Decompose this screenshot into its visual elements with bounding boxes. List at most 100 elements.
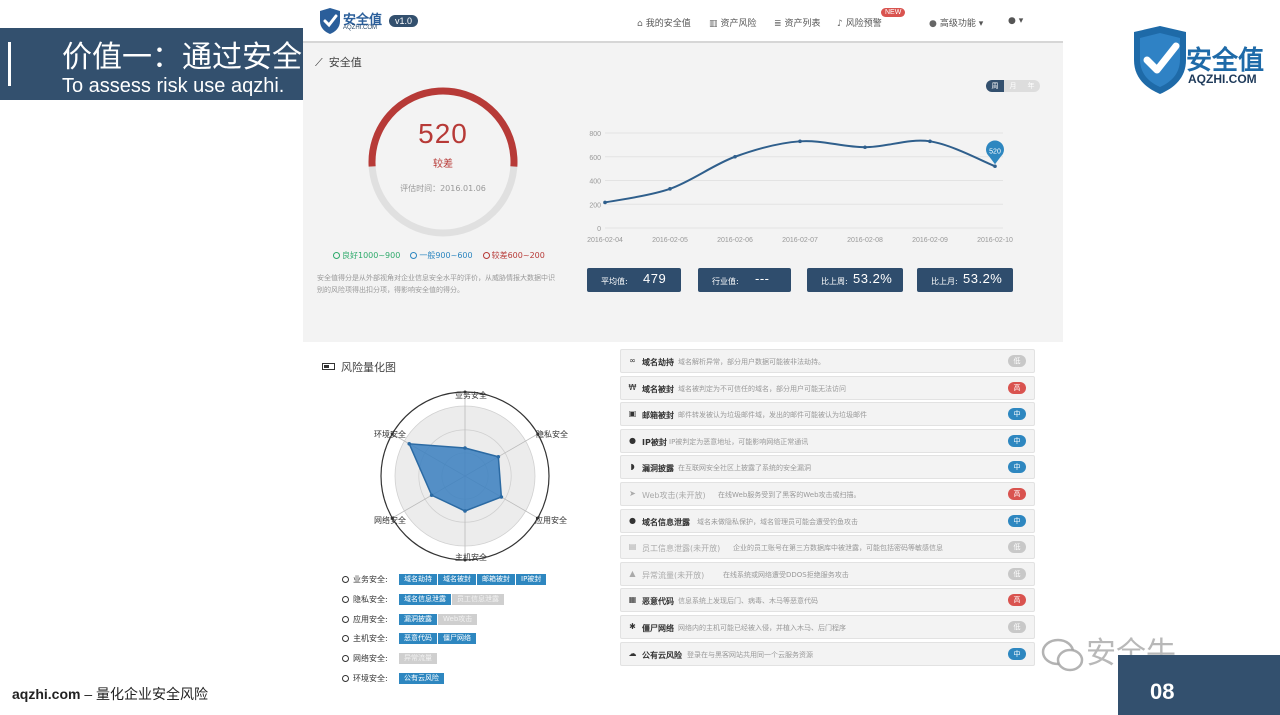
category-tag[interactable]: 僵尸网络 bbox=[438, 632, 476, 644]
send-icon: ➤ bbox=[629, 488, 636, 498]
user-menu[interactable]: ● ▾ bbox=[1008, 16, 1023, 26]
section-title-label: 安全值 bbox=[328, 56, 362, 69]
risk-item[interactable]: ▤ 员工信息泄露(未开放) 企业的员工账号在第三方数据库中被泄露，可能包括密码等… bbox=[620, 535, 1035, 560]
category-name: 业务安全: bbox=[353, 574, 388, 584]
slide-title: 价值一：通过安全 bbox=[62, 40, 302, 75]
nav-item-risk-alert[interactable]: ♪ 风险预警 bbox=[837, 16, 882, 29]
slide-subtitle: To assess risk use aqzhi. bbox=[62, 75, 285, 97]
risk-item[interactable]: ➤ Web攻击(未开放) 在线Web服务受到了黑客的Web攻击或扫描。 高 bbox=[620, 481, 1035, 506]
risk-desc: 域名被判定为不可信任的域名，部分用户可能无法访问 bbox=[678, 384, 846, 393]
risk-item[interactable]: ● 域名信息泄露 域名未做隐私保护，域名管理员可能会遭受钓鱼攻击 中 bbox=[620, 508, 1035, 533]
risk-name: Web攻击(未开放) bbox=[642, 490, 706, 500]
category-tag[interactable]: 域名劫持 bbox=[399, 573, 437, 585]
radar-title-label: 风险量化图 bbox=[341, 361, 396, 374]
risk-desc: 域名未做隐私保护，域名管理员可能会遭受钓鱼攻击 bbox=[697, 517, 858, 526]
app-logo-domain: AQZHI.COM bbox=[343, 25, 377, 31]
risk-desc: 在线Web服务受到了黑客的Web攻击或扫描。 bbox=[718, 490, 861, 499]
bar-chart-icon: ▥ bbox=[709, 19, 718, 29]
risk-radar-chart bbox=[380, 390, 550, 562]
legend-poor: 较差600~200 bbox=[482, 250, 545, 261]
toggle-year[interactable]: 年 bbox=[1022, 80, 1040, 92]
category-tag[interactable]: 恶意代码 bbox=[399, 632, 437, 644]
radar-axis-label: 主机安全 bbox=[455, 553, 487, 562]
x-tick-label: 2016-02-05 bbox=[652, 237, 688, 244]
caret-down-icon: ▾ bbox=[1015, 16, 1024, 26]
category-row-privacy: 隐私安全: 域名信息泄露 员工信息泄露 bbox=[342, 593, 505, 605]
risk-level-badge: 中 bbox=[1008, 514, 1026, 527]
risk-name: 公有云风险 bbox=[642, 650, 682, 660]
stat-average: 平均值: 479 bbox=[587, 268, 681, 292]
brand-logo: 安全值 AQZHI.COM bbox=[1130, 26, 1270, 96]
category-tag[interactable]: 异常流量 bbox=[399, 652, 437, 664]
risk-desc: 域名解析异常，部分用户数据可能被非法劫持。 bbox=[678, 358, 825, 366]
toggle-month[interactable]: 月 bbox=[1004, 80, 1022, 92]
circle-icon bbox=[342, 634, 349, 642]
category-tag[interactable]: 域名被封 bbox=[438, 573, 476, 585]
stat-label: 比上月: bbox=[931, 277, 958, 286]
category-name: 环境安全: bbox=[353, 673, 388, 683]
stat-month-compare: 比上月: 53.2% bbox=[917, 268, 1013, 292]
score-description: 安全值得分是从外部视角对企业信息安全水平的评价，从威胁情报大数据中识别的风险项得… bbox=[317, 274, 555, 294]
top-nav: 安全值 AQZHI.COM v1.0 ⌂ 我的安全值 ▥ 资产风险 ≣ 资产列表 ♪ 风… bbox=[303, 0, 1063, 43]
category-tag[interactable]: 公有云风险 bbox=[399, 672, 444, 684]
stat-label: 行业值: bbox=[712, 277, 739, 286]
risk-name: 漏洞披露 bbox=[642, 464, 674, 474]
category-name: 隐私安全: bbox=[353, 594, 388, 604]
radar-axis-label: 环境安全 bbox=[374, 430, 406, 439]
shield-logo-icon bbox=[1134, 26, 1186, 94]
category-tag[interactable]: 域名信息泄露 bbox=[399, 593, 451, 605]
nav-item-my-score[interactable]: ⌂ 我的安全值 bbox=[637, 16, 691, 29]
ring-icon bbox=[410, 252, 418, 259]
score-trend-chart: 0 200 400 600 800 2016-02-04 2016-02-05 2016-02… bbox=[587, 131, 1013, 244]
data-point bbox=[928, 139, 932, 144]
score-value: 520 bbox=[418, 118, 468, 149]
risk-item[interactable]: ● IP被封 IP被判定为恶意地址，可能影响网络正常通讯 中 bbox=[620, 428, 1035, 453]
nav-item-asset-risk[interactable]: ▥ 资产风险 bbox=[709, 16, 757, 29]
footer-text: – 量化企业安全风险 bbox=[80, 686, 209, 702]
radar-point bbox=[496, 454, 501, 459]
radar-title: 风险量化图 bbox=[322, 359, 396, 375]
category-row-business: 业务安全: 域名劫持 域名被封 邮箱被封 IP被封 bbox=[342, 573, 547, 585]
risk-item[interactable]: ₩ 域名被封 域名被判定为不可信任的域名，部分用户可能无法访问 高 bbox=[620, 375, 1035, 400]
risk-name: 域名被封 bbox=[642, 384, 674, 394]
footer-domain: aqzhi.com bbox=[12, 686, 81, 702]
new-badge: NEW bbox=[881, 8, 906, 17]
risk-item[interactable]: ✱ 僵尸网络 网络内的主机可能已经被入侵，并植入木马、后门程序 低 bbox=[620, 614, 1035, 639]
risk-level-badge: 中 bbox=[1008, 647, 1026, 660]
category-tag[interactable]: 员工信息泄露 bbox=[452, 593, 504, 605]
stat-value: 479 bbox=[643, 271, 667, 286]
data-point bbox=[993, 164, 997, 169]
nav-label: 资产列表 bbox=[784, 19, 821, 29]
risk-item[interactable]: ▣ 邮箱被封 邮件转发被认为垃圾邮件域，发出的邮件可能被认为垃圾邮件 中 bbox=[620, 402, 1035, 427]
nav-item-asset-list[interactable]: ≣ 资产列表 bbox=[774, 16, 821, 29]
category-tag[interactable]: IP被封 bbox=[516, 573, 547, 585]
cloud-icon: ☁ bbox=[628, 648, 637, 658]
brand-domain: AQZHI.COM bbox=[1188, 72, 1257, 86]
globe-icon: ● bbox=[929, 19, 937, 29]
risk-item[interactable]: ▲ 异常流量(未开放) 在线系统或网络遭受DDOS拒绝服务攻击 低 bbox=[620, 561, 1035, 586]
category-tag[interactable]: Web攻击 bbox=[438, 613, 478, 625]
y-tick-label: 0 bbox=[597, 226, 601, 233]
radar-point bbox=[463, 446, 467, 450]
y-tick-label: 400 bbox=[589, 179, 601, 186]
toggle-week[interactable]: 周 bbox=[986, 80, 1004, 92]
stat-value: 53.2% bbox=[963, 271, 1003, 286]
caret-down-icon: ▾ bbox=[975, 19, 984, 29]
risk-item[interactable]: ☁ 公有云风险 登录在与黑客网站共用同一个云服务资源 中 bbox=[620, 641, 1035, 666]
database-icon: ≣ bbox=[774, 19, 782, 29]
category-tag[interactable]: 邮箱被封 bbox=[477, 573, 515, 585]
bell-icon: ♪ bbox=[837, 19, 843, 29]
risk-item[interactable]: ▦ 恶意代码 信息系统上发现后门、病毒、木马等恶意代码 高 bbox=[620, 588, 1035, 613]
risk-item[interactable]: ◗ 漏洞披露 在互联网安全社区上披露了系统的安全漏洞 中 bbox=[620, 455, 1035, 480]
category-tag[interactable]: 漏洞披露 bbox=[399, 613, 437, 625]
radar-point bbox=[499, 495, 504, 499]
risk-level-badge: 中 bbox=[1008, 408, 1026, 421]
risk-name: 域名信息泄露 bbox=[642, 517, 690, 527]
nav-item-advanced[interactable]: ● 高级功能 ▾ bbox=[929, 16, 983, 29]
category-row-application: 应用安全: 漏洞披露 Web攻击 bbox=[342, 613, 478, 625]
x-tick-label: 2016-02-04 bbox=[587, 237, 623, 244]
radar-point bbox=[463, 509, 467, 513]
last-value-label: 520 bbox=[989, 148, 1001, 155]
risk-level-badge: 中 bbox=[1008, 434, 1026, 447]
risk-item[interactable]: ∞ 域名劫持 域名解析异常，部分用户数据可能被非法劫持。 低 bbox=[620, 349, 1035, 373]
